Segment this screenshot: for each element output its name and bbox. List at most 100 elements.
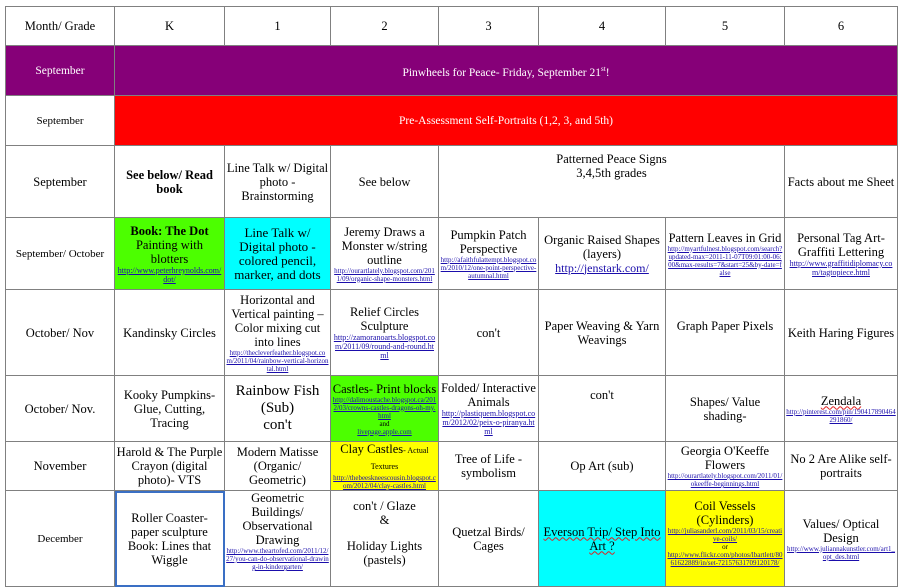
cell-g5: Graph Paper Pixels: [665, 289, 785, 376]
cell-title: Jeremy Draws a Monster w/string outline: [341, 224, 428, 267]
table-row: October/ Nov. Kooky Pumpkins- Glue, Cutt…: [5, 375, 898, 442]
resource-link[interactable]: http://thecleverfeather.blogspot.com/201…: [226, 349, 329, 373]
cell-g3: Folded/ Interactive Animals http://plast…: [438, 375, 539, 442]
resource-link[interactable]: http://ourartlately.blogspot.com/2011/01…: [667, 472, 783, 488]
month-cell: October/ Nov: [5, 289, 115, 376]
resource-link[interactable]: http://www.juliannakunstler.com/art1_opt…: [786, 545, 896, 561]
cell-title: Relief Circles Sculpture: [349, 305, 420, 333]
cell-line: (Sub): [260, 400, 295, 416]
cell-g4: Op Art (sub): [538, 441, 666, 491]
cell-g1: Line Talk w/ Digital photo - Brainstormi…: [224, 145, 331, 218]
cell-title: Coil Vessels (Cylinders): [694, 499, 756, 527]
table-row: September Pinwheels for Peace- Friday, S…: [5, 45, 898, 96]
cell-g2: Relief Circles Sculpture http://zamorano…: [330, 289, 439, 376]
month-cell: September: [5, 95, 115, 146]
cell-g6: Values/ Optical Design http://www.julian…: [784, 490, 898, 587]
resource-link[interactable]: http://www.flickr.com/photos/lbartlett/8…: [667, 551, 783, 567]
table-row: December Roller Coaster- paper sculpture…: [5, 490, 898, 587]
cell-title: Pumpkin Patch Perspective: [450, 227, 527, 256]
cell-line: con't: [263, 417, 292, 433]
header-grade-k: K: [114, 6, 225, 46]
cell-g4: Organic Raised Shapes (layers) http://je…: [538, 217, 666, 290]
pre-assessment-banner: Pre-Assessment Self-Portraits (1,2, 3, a…: [114, 95, 898, 146]
header-grade-6: 6: [784, 6, 898, 46]
resource-link[interactable]: livepage.apple.com: [332, 428, 437, 436]
cell-line: Holiday Lights (pastels): [346, 539, 423, 567]
cell-title: Book: The Dot: [130, 223, 209, 238]
header-grade-1: 1: [224, 6, 331, 46]
cell-k: Book: The Dot Painting with blotters htt…: [114, 217, 225, 290]
cell-text: Everson Trip/ Step Into Art ?: [543, 524, 661, 553]
cell-title: Clay Castles- Actual Textures: [332, 443, 437, 475]
month-cell: September/ October: [5, 217, 115, 290]
resource-link[interactable]: http://afaithfulattempt.blogspot.com/201…: [440, 256, 537, 280]
cell-g4: Everson Trip/ Step Into Art ?: [538, 490, 666, 587]
cell-g1: Rainbow Fish (Sub) con't: [224, 375, 331, 442]
cell-title: Folded/ Interactive Animals: [441, 381, 536, 409]
table-row: September Pre-Assessment Self-Portraits …: [5, 95, 898, 146]
cell-g1: Horizontal and Vertical painting – Color…: [224, 289, 331, 376]
header-grade-4: 4: [538, 6, 666, 46]
resource-link[interactable]: http://jenstark.com/: [555, 261, 649, 275]
cell-k: See below/ Read book: [114, 145, 225, 218]
table-row: October/ Nov Kandinsky Circles Horizonta…: [5, 289, 898, 376]
cell-g6: No 2 Are Alike self-portraits: [784, 441, 898, 491]
cell-k[interactable]: Roller Coaster- paper sculpture Book: Li…: [114, 490, 225, 587]
cell-g1: Modern Matisse (Organic/ Geometric): [224, 441, 331, 491]
or-text: or: [722, 543, 728, 551]
curriculum-table: Month/ Grade K 1 2 3 4 5 6 September Pin…: [5, 6, 898, 587]
cell-k: Harold & The Purple Crayon (digital phot…: [114, 441, 225, 491]
pinwheels-banner: Pinwheels for Peace- Friday, September 2…: [114, 45, 898, 96]
cell-g5: Coil Vessels (Cylinders) http://juliasan…: [665, 490, 785, 587]
month-cell: October/ Nov.: [5, 375, 115, 442]
cell-line: Rainbow Fish: [235, 383, 320, 399]
resource-link[interactable]: http://juliasanderl.com/2011/03/15/creat…: [667, 527, 783, 543]
cell-g2: Clay Castles- Actual Textures http://the…: [330, 441, 439, 491]
month-cell: December: [5, 490, 115, 587]
resource-link[interactable]: http://www.graffitidiplomacy.com/tagtopi…: [786, 259, 896, 277]
cell-line: con't / Glaze: [353, 499, 416, 513]
month-cell: November: [5, 441, 115, 491]
resource-link[interactable]: http://pinterest.com/pin/190417890464291…: [786, 408, 896, 424]
header-grade-2: 2: [330, 6, 439, 46]
resource-link[interactable]: http://dalimoustache.blogspot.ca/2012/03…: [332, 396, 437, 420]
cell-g5: Georgia O'Keeffe Flowers http://ourartla…: [665, 441, 785, 491]
header-month-grade: Month/ Grade: [5, 6, 115, 46]
resource-link[interactable]: http://ourartlately.blogspot.com/2011/09…: [332, 267, 437, 283]
cell-title: Zendala: [820, 393, 862, 408]
cell-title: Geometric Buildings/ Observational Drawi…: [242, 491, 313, 548]
header-grade-5: 5: [665, 6, 785, 46]
cell-k: Kandinsky Circles: [114, 289, 225, 376]
cell-title: Castles- Print blocks: [332, 381, 437, 396]
month-cell: September: [5, 145, 115, 218]
cell-g2: Jeremy Draws a Monster w/string outline …: [330, 217, 439, 290]
cell-title: Horizontal and Vertical painting – Color…: [231, 292, 324, 349]
cell-g6: Zendala http://pinterest.com/pin/1904178…: [784, 375, 898, 442]
cell-k: Kooky Pumpkins- Glue, Cutting, Tracing: [114, 375, 225, 442]
cell-title: Values/ Optical Design: [802, 516, 880, 545]
month-cell: September: [5, 45, 115, 96]
cell-title: Pattern Leaves in Grid: [668, 230, 782, 245]
cell-line: &: [379, 513, 390, 527]
peace-signs-title: Patterned Peace Signs: [556, 152, 667, 166]
resource-link[interactable]: http://myartfulnest.blogspot.com/search?…: [667, 245, 783, 277]
resource-link[interactable]: http://zamoranoarts.blogspot.com/2011/09…: [332, 333, 437, 360]
cell-g345: Patterned Peace Signs 3,4,5th grades: [438, 145, 785, 218]
cell-g1: Geometric Buildings/ Observational Drawi…: [224, 490, 331, 587]
cell-title: Organic Raised Shapes (layers): [544, 232, 660, 261]
cell-g5: Pattern Leaves in Grid http://myartfulne…: [665, 217, 785, 290]
banner-end: !: [605, 66, 610, 79]
table-row: November Harold & The Purple Crayon (dig…: [5, 441, 898, 491]
cell-g2: con't / Glaze & Holiday Lights (pastels): [330, 490, 439, 587]
resource-link[interactable]: http://www.peterhreynolds.com/dot/: [116, 266, 223, 284]
cell-g3: Quetzal Birds/ Cages: [438, 490, 539, 587]
resource-link[interactable]: http://www.theartofed.com/2011/12/27/you…: [226, 547, 329, 571]
cell-g6: Personal Tag Art- Graffiti Lettering htt…: [784, 217, 898, 290]
table-row: September/ October Book: The Dot Paintin…: [5, 217, 898, 290]
cell-g1: Line Talk w/ Digital photo - colored pen…: [224, 217, 331, 290]
resource-link[interactable]: http://plastiquem.blogspot.com/2012/02/p…: [440, 409, 537, 436]
resource-link[interactable]: http://thebeeskneescousin.blogspot.com/2…: [332, 474, 437, 490]
cell-subtitle: Painting with blotters: [135, 237, 204, 266]
table-row: September See below/ Read book Line Talk…: [5, 145, 898, 218]
cell-g6: Facts about me Sheet: [784, 145, 898, 218]
